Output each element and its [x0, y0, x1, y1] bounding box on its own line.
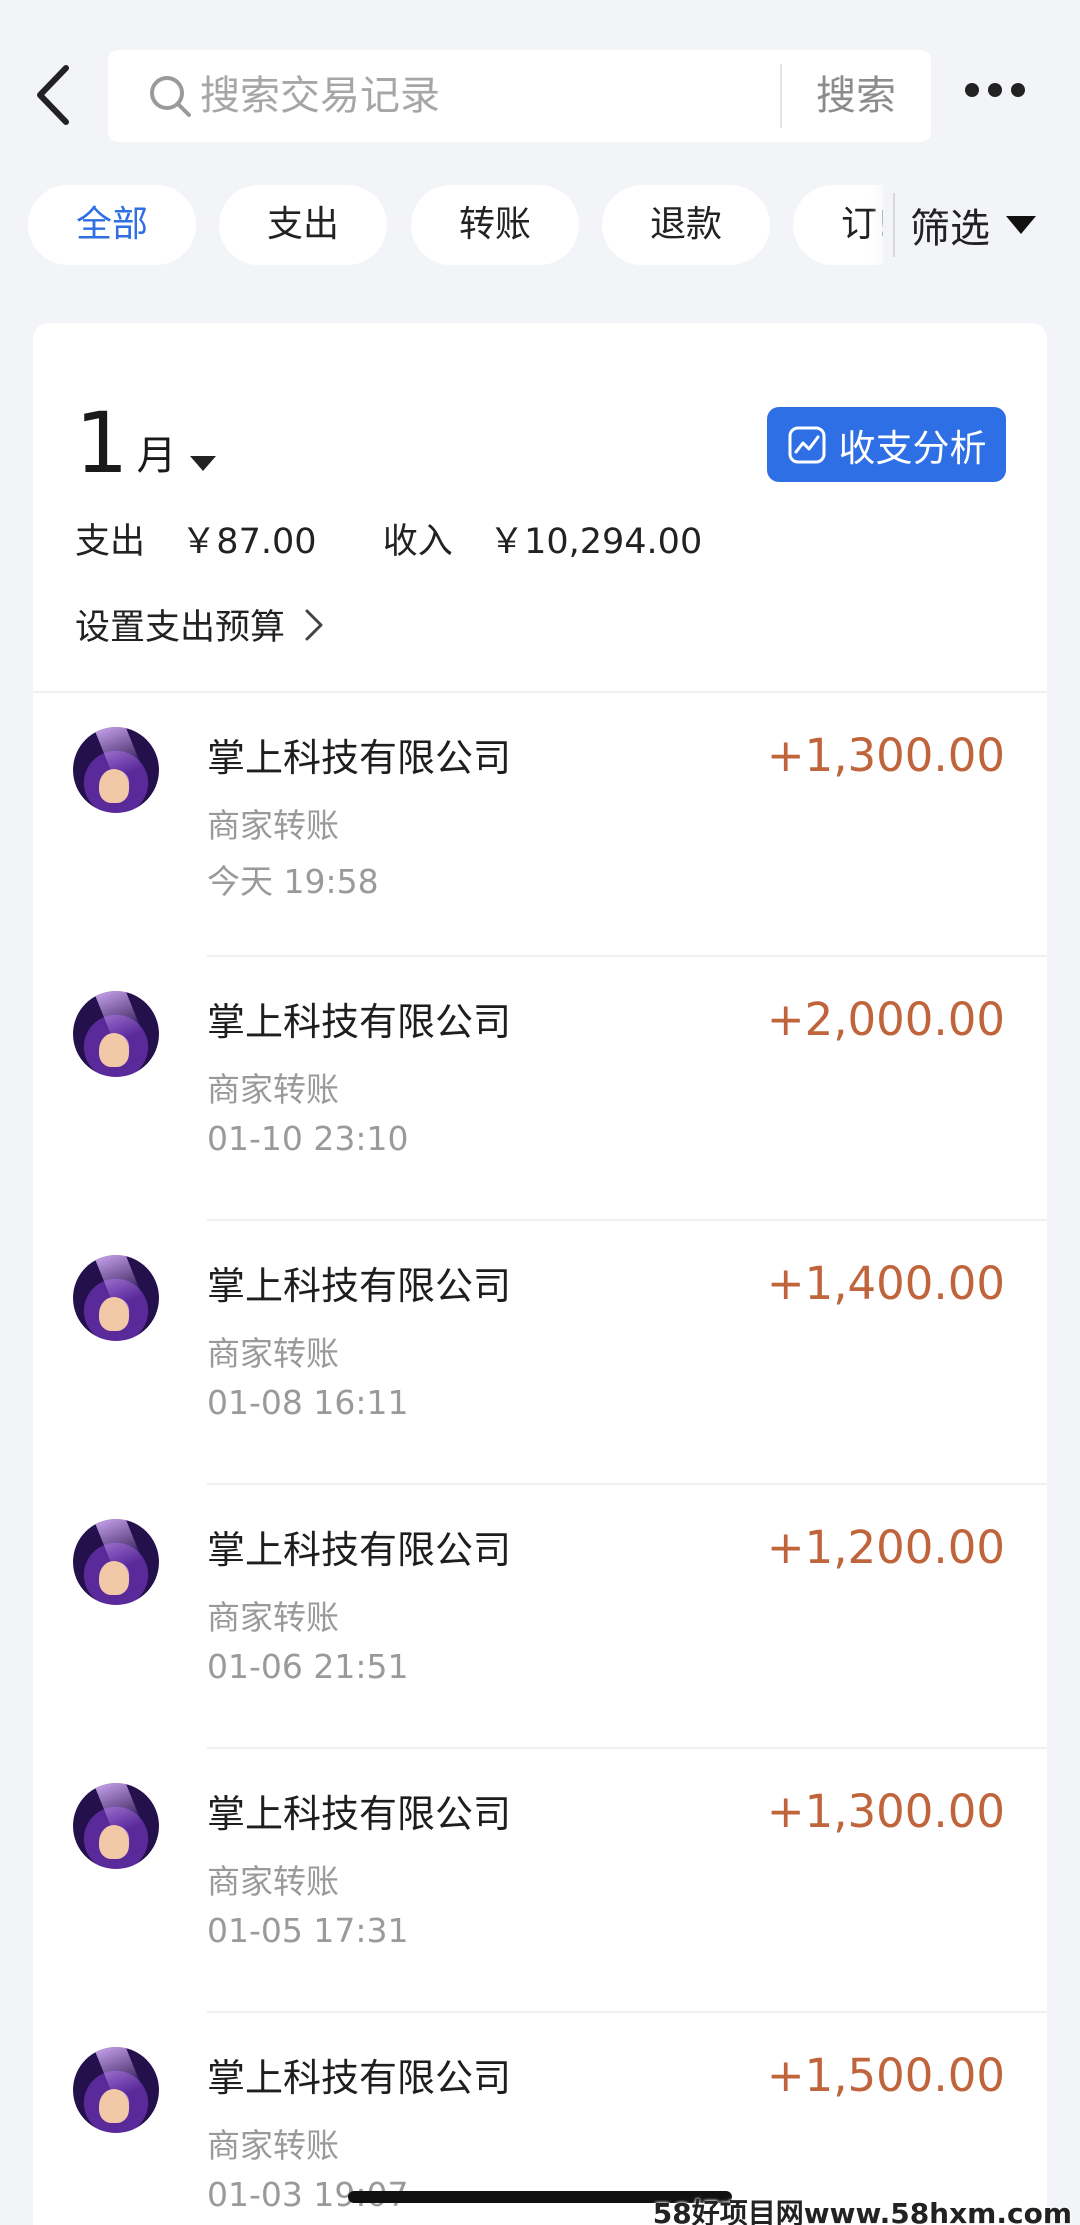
search-icon [150, 76, 191, 117]
budget-link[interactable]: 设置支出预算 [75, 599, 327, 650]
chevron-right-icon [305, 609, 323, 640]
transaction-time: 01-10 23:10 [207, 1119, 409, 1158]
analysis-label: 收支分析 [838, 426, 987, 470]
month-summary: 支出 ￥87.00 收入 ￥10,294.00 [75, 513, 702, 564]
chip-divider [893, 193, 895, 257]
month-unit: 月 [136, 433, 177, 479]
transaction-row[interactable]: 掌上科技有限公司 商家转账 01-05 17:31 +1,300.00 [33, 1749, 1047, 2013]
expense-label: 支出 [75, 522, 146, 562]
income-label: 收入 [382, 522, 453, 562]
transaction-row[interactable]: 掌上科技有限公司 商家转账 01-08 16:11 +1,400.00 [33, 1221, 1047, 1485]
chevron-left-icon [37, 65, 69, 125]
more-dot-icon [1011, 83, 1025, 97]
filter-label: 筛选 [910, 206, 990, 252]
merchant-avatar [73, 1519, 159, 1605]
more-dot-icon [988, 83, 1002, 97]
merchant-avatar [73, 1783, 159, 1869]
transaction-type: 商家转账 [207, 1598, 339, 1637]
top-bar: 搜索交易记录 搜索 [0, 0, 1080, 170]
filter-button[interactable]: 筛选 [910, 185, 1036, 265]
month-number: 1 [75, 394, 129, 492]
transaction-title: 掌上科技有限公司 [207, 1000, 512, 1044]
transaction-title: 掌上科技有限公司 [207, 736, 512, 780]
transaction-type: 商家转账 [207, 1334, 339, 1373]
merchant-avatar [73, 1255, 159, 1341]
transaction-row[interactable]: 掌上科技有限公司 商家转账 01-06 21:51 +1,200.00 [33, 1485, 1047, 1749]
more-dot-icon [965, 83, 979, 97]
transaction-time: 今天 19:58 [207, 862, 379, 901]
merchant-avatar [73, 727, 159, 813]
month-selector[interactable]: 1 月 [75, 394, 217, 492]
transaction-type: 商家转账 [207, 2126, 339, 2165]
search-input[interactable]: 搜索交易记录 搜索 [108, 50, 931, 142]
merchant-avatar [73, 991, 159, 1077]
chip-expense[interactable]: 支出 [219, 185, 387, 265]
transaction-time: 01-06 21:51 [207, 1647, 409, 1686]
transaction-amount: +1,200.00 [766, 1521, 1005, 1574]
trend-chart-icon [788, 426, 825, 463]
transaction-type: 商家转账 [207, 1070, 339, 1109]
transaction-row[interactable]: 掌上科技有限公司 商家转账 01-10 23:10 +2,000.00 [33, 957, 1047, 1221]
watermark: 58好项目网www.58hxm.com [652, 2197, 1072, 2225]
expense-value: ￥87.00 [181, 522, 317, 562]
transaction-title: 掌上科技有限公司 [207, 1792, 512, 1836]
budget-label: 设置支出预算 [75, 608, 286, 648]
chip-refund[interactable]: 退款 [602, 185, 770, 265]
transaction-time: 01-05 17:31 [207, 1911, 409, 1950]
transaction-time: 01-08 16:11 [207, 1383, 409, 1422]
caret-down-icon [1006, 216, 1036, 234]
search-placeholder: 搜索交易记录 [200, 73, 440, 119]
transaction-amount: +1,500.00 [766, 2049, 1005, 2102]
transaction-list: 掌上科技有限公司 商家转账 今天 19:58 +1,300.00 掌上科技有限公… [33, 693, 1047, 2225]
merchant-avatar [73, 2047, 159, 2133]
chip-transfer[interactable]: 转账 [411, 185, 579, 265]
more-options-button[interactable] [965, 78, 1025, 102]
caret-down-icon [190, 456, 217, 471]
transaction-amount: +2,000.00 [766, 993, 1005, 1046]
transaction-title: 掌上科技有限公司 [207, 2056, 512, 2100]
income-value: ￥10,294.00 [489, 522, 703, 562]
transaction-amount: +1,400.00 [766, 1257, 1005, 1310]
analysis-button[interactable]: 收支分析 [767, 407, 1006, 482]
transaction-title: 掌上科技有限公司 [207, 1264, 512, 1308]
transaction-row[interactable]: 掌上科技有限公司 商家转账 今天 19:58 +1,300.00 [33, 693, 1047, 957]
search-button[interactable]: 搜索 [816, 70, 896, 122]
transaction-card: 1 月 收支分析 支出 ￥87.00 收入 ￥10,294.00 设置支出预算 … [33, 323, 1047, 2225]
transaction-type: 商家转账 [207, 1862, 339, 1901]
chip-all[interactable]: 全部 [28, 185, 196, 265]
transaction-amount: +1,300.00 [766, 729, 1005, 782]
back-button[interactable] [30, 62, 80, 128]
transaction-title: 掌上科技有限公司 [207, 1528, 512, 1572]
transaction-type: 商家转账 [207, 806, 339, 845]
search-divider [780, 64, 782, 128]
filter-chip-row: 全部 支出 转账 退款 订! 筛选 [0, 185, 1080, 265]
transaction-amount: +1,300.00 [766, 1785, 1005, 1838]
